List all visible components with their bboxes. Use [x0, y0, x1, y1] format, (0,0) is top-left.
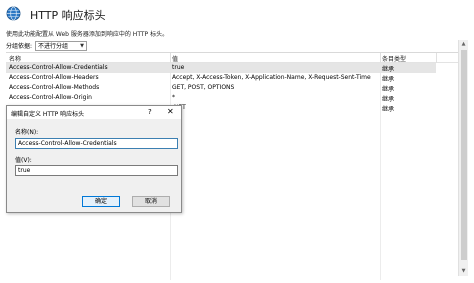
help-icon[interactable]: ? [148, 108, 152, 116]
value-label: 值(V): [15, 157, 32, 164]
dialog-title: 编辑自定义 HTTP 响应标头 [11, 111, 85, 118]
page-description: 使用此功能配置从 Web 服务器添加到响应中的 HTTP 标头。 [6, 31, 169, 38]
row-value: GET, POST, OPTIONS [172, 84, 235, 91]
table-row[interactable]: Access-Control-Allow-Origin * 继承 [6, 93, 436, 103]
row-value: true [172, 64, 185, 71]
scroll-down-icon[interactable]: ▼ [459, 267, 468, 276]
dialog-titlebar[interactable]: 编辑自定义 HTTP 响应标头 ? ✕ [7, 106, 181, 119]
table-row[interactable]: Access-Control-Allow-Credentials true 继承 [6, 63, 436, 73]
row-type: 继承 [382, 96, 395, 103]
column-header-type[interactable]: 条目类型 [382, 54, 406, 63]
name-label: 名称(N): [15, 129, 39, 136]
row-type: 继承 [382, 76, 395, 83]
name-field[interactable]: Access-Control-Allow-Credentials [15, 138, 178, 149]
row-name: Access-Control-Allow-Methods [9, 84, 100, 91]
row-name: Access-Control-Allow-Origin [9, 94, 92, 101]
row-type: 继承 [382, 86, 395, 93]
column-header-name[interactable]: 名称 [9, 54, 21, 63]
globe-icon [6, 6, 21, 21]
close-icon[interactable]: ✕ [167, 107, 174, 116]
row-type: 继承 [382, 66, 395, 73]
row-value: Accept, X-Access-Token, X-Application-Na… [172, 74, 371, 81]
table-row[interactable]: Access-Control-Allow-Headers Accept, X-A… [6, 73, 436, 83]
group-by-bar: 分组依据: 不进行分组 ▼ [6, 40, 88, 51]
column-header-value[interactable]: 值 [172, 54, 178, 63]
row-value: * [172, 94, 175, 101]
scrollbar-thumb[interactable] [461, 50, 467, 260]
cancel-button[interactable]: 取消 [132, 196, 170, 207]
row-name: Access-Control-Allow-Credentials [9, 64, 108, 71]
value-field[interactable]: true [15, 165, 178, 176]
group-by-select[interactable]: 不进行分组 ▼ [35, 40, 88, 51]
scroll-up-icon[interactable]: ▲ [459, 40, 468, 49]
table-row[interactable]: Access-Control-Allow-Methods GET, POST, … [6, 83, 436, 93]
group-by-label: 分组依据: [6, 43, 33, 50]
row-name: Access-Control-Allow-Headers [9, 74, 99, 81]
vertical-scrollbar[interactable]: ▲ ▼ [458, 40, 468, 276]
chevron-down-icon: ▼ [80, 42, 85, 49]
ok-button[interactable]: 确定 [82, 196, 120, 207]
table-header: 名称 值 条目类型 [6, 53, 464, 63]
page-title: HTTP 响应标头 [30, 9, 106, 22]
group-by-value: 不进行分组 [38, 43, 69, 50]
edit-header-dialog: 编辑自定义 HTTP 响应标头 ? ✕ 名称(N): Access-Contro… [6, 105, 182, 213]
row-type: 继承 [382, 106, 395, 113]
